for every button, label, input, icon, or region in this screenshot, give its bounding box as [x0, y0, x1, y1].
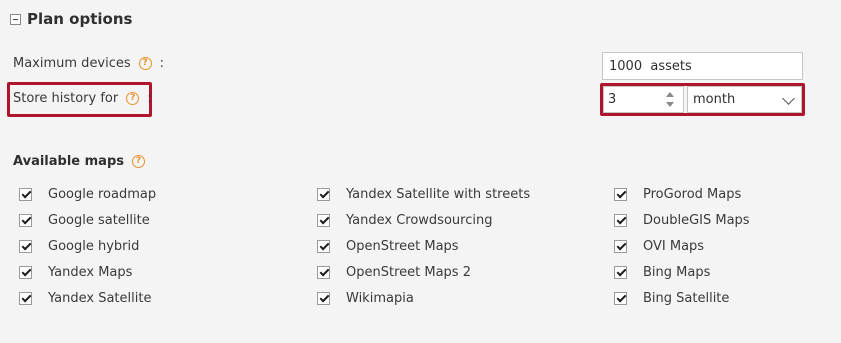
store-history-unit-value: month	[693, 92, 736, 107]
checkbox[interactable]	[614, 239, 627, 253]
map-option-label: Wikimapia	[346, 290, 414, 306]
store-history-label-row: Store history for ? :	[13, 88, 152, 108]
store-history-label: Store history for	[13, 90, 119, 106]
label-colon: :	[159, 55, 165, 71]
map-option-label: Bing Maps	[643, 264, 711, 280]
number-spinner[interactable]	[665, 90, 675, 109]
maximum-devices-label-row: Maximum devices ? :	[13, 53, 164, 73]
checkbox[interactable]	[614, 187, 627, 201]
map-option-label: DoubleGIS Maps	[643, 212, 750, 228]
spinner-up-icon[interactable]	[666, 92, 674, 97]
map-option-wikimapia[interactable]: Wikimapia	[317, 285, 530, 311]
spinner-down-icon[interactable]	[666, 102, 674, 107]
checkbox[interactable]	[317, 239, 330, 253]
chevron-down-icon	[782, 92, 795, 105]
map-option-bing-maps[interactable]: Bing Maps	[614, 259, 750, 285]
checkbox[interactable]	[614, 265, 627, 279]
store-history-unit-select[interactable]: month	[687, 86, 802, 113]
map-option-label: Yandex Maps	[48, 264, 133, 280]
store-history-amount-input[interactable]: 3	[603, 86, 684, 113]
maps-column-1: Google roadmap Google satellite Google h…	[19, 181, 156, 311]
checkbox[interactable]	[317, 265, 330, 279]
help-question-icon[interactable]: ?	[138, 56, 152, 70]
map-option-yandex-satellite[interactable]: Yandex Satellite	[19, 285, 156, 311]
checkbox[interactable]	[19, 213, 32, 227]
map-option-label: Google satellite	[48, 212, 150, 228]
map-option-ovi-maps[interactable]: OVI Maps	[614, 233, 750, 259]
map-option-yandex-maps[interactable]: Yandex Maps	[19, 259, 156, 285]
help-question-icon[interactable]: ?	[132, 154, 145, 168]
map-option-bing-satellite[interactable]: Bing Satellite	[614, 285, 750, 311]
map-option-yandex-crowdsourcing[interactable]: Yandex Crowdsourcing	[317, 207, 530, 233]
maps-column-3: ProGorod Maps DoubleGIS Maps OVI Maps Bi…	[614, 181, 750, 311]
maximum-devices-input[interactable]: 1000 assets	[602, 52, 803, 80]
checkbox[interactable]	[19, 291, 32, 305]
maximum-devices-value: 1000 assets	[609, 58, 692, 74]
checkbox[interactable]	[317, 187, 330, 201]
maps-column-2: Yandex Satellite with streets Yandex Cro…	[317, 181, 530, 311]
help-question-icon[interactable]: ?	[126, 91, 140, 105]
map-option-label: OVI Maps	[643, 238, 705, 254]
map-option-label: Yandex Satellite	[48, 290, 152, 306]
map-option-yandex-satellite-streets[interactable]: Yandex Satellite with streets	[317, 181, 530, 207]
map-option-openstreet-maps-2[interactable]: OpenStreet Maps 2	[317, 259, 530, 285]
map-option-progorod-maps[interactable]: ProGorod Maps	[614, 181, 750, 207]
maximum-devices-label: Maximum devices	[13, 55, 131, 71]
map-option-label: Google roadmap	[48, 186, 157, 202]
checkbox[interactable]	[317, 291, 330, 305]
map-option-label: OpenStreet Maps	[346, 238, 459, 254]
map-option-doublegis-maps[interactable]: DoubleGIS Maps	[614, 207, 750, 233]
store-history-amount-value: 3	[608, 92, 617, 107]
map-option-label: Bing Satellite	[643, 290, 730, 306]
checkbox[interactable]	[19, 265, 32, 279]
checkbox[interactable]	[317, 213, 330, 227]
section-title: Plan options	[27, 10, 133, 28]
map-option-label: OpenStreet Maps 2	[346, 264, 471, 280]
map-option-label: ProGorod Maps	[643, 186, 742, 202]
checkbox[interactable]	[19, 239, 32, 253]
available-maps-header: Available maps ?	[13, 151, 145, 171]
label-colon: :	[147, 90, 152, 106]
map-option-label: Yandex Crowdsourcing	[346, 212, 493, 228]
map-option-google-satellite[interactable]: Google satellite	[19, 207, 156, 233]
map-option-openstreet-maps[interactable]: OpenStreet Maps	[317, 233, 530, 259]
collapse-minus-icon[interactable]	[10, 13, 21, 25]
available-maps-title: Available maps	[13, 153, 124, 169]
checkbox[interactable]	[19, 187, 32, 201]
plan-options-header: Plan options	[10, 9, 132, 29]
map-option-label: Google hybrid	[48, 238, 140, 254]
map-option-google-hybrid[interactable]: Google hybrid	[19, 233, 156, 259]
checkbox[interactable]	[614, 213, 627, 227]
map-option-google-roadmap[interactable]: Google roadmap	[19, 181, 156, 207]
checkbox[interactable]	[614, 291, 627, 305]
map-option-label: Yandex Satellite with streets	[346, 186, 531, 202]
